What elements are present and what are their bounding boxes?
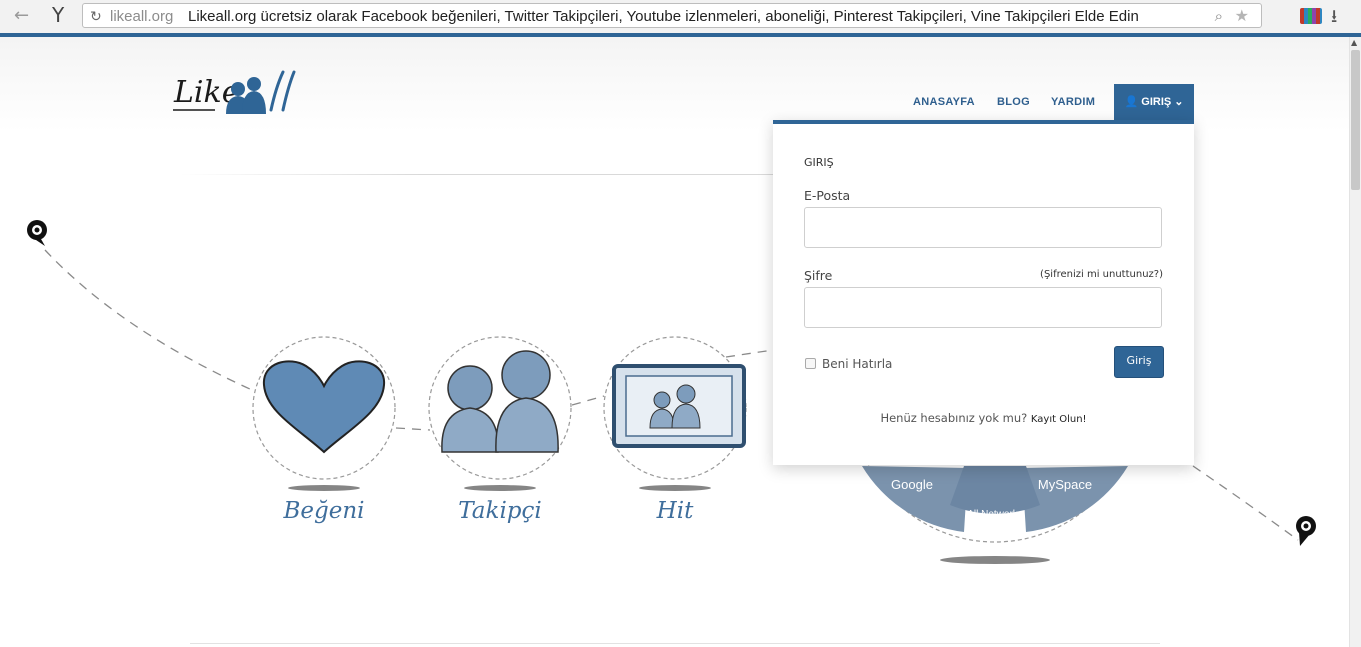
scrollbar-thumb[interactable] (1351, 50, 1360, 190)
map-pin-icon (1296, 516, 1316, 546)
hit-screen-icon (603, 336, 747, 491)
email-field[interactable] (804, 207, 1162, 248)
login-dropdown: GIRIŞ E-Posta Şifre (Şifrenizi mi unuttu… (773, 120, 1194, 465)
login-title: GIRIŞ (804, 156, 834, 169)
password-field[interactable] (804, 287, 1162, 328)
service-label-followers[interactable]: Takipçi (430, 498, 570, 524)
followers-icon (428, 336, 572, 491)
scroll-up-arrow-icon[interactable]: ▲ (1351, 38, 1357, 47)
service-label-likes[interactable]: Beğeni (254, 498, 394, 524)
remember-me-checkbox[interactable] (805, 358, 816, 369)
no-account-text: Henüz hesabınız yok mu? (880, 411, 1028, 425)
register-link[interactable]: Kayıt Olun! (1031, 414, 1087, 425)
password-label: Şifre (804, 268, 833, 283)
login-submit-button[interactable]: Giriş (1114, 346, 1164, 378)
email-label: E-Posta (804, 188, 851, 203)
remember-me-label[interactable]: Beni Hatırla (822, 357, 892, 371)
heart-icon (252, 336, 396, 491)
map-pin-icon (27, 220, 47, 246)
network-all: All Networks (967, 509, 1023, 520)
register-prompt: Henüz hesabınız yok mu? Kayıt Olun! (773, 411, 1194, 425)
service-label-hits[interactable]: Hit (605, 498, 745, 524)
network-google: Google (891, 477, 933, 492)
forgot-password-link[interactable]: (Şifrenizi mi unuttunuz?) (1040, 269, 1163, 280)
network-myspace: MySpace (1038, 477, 1092, 492)
